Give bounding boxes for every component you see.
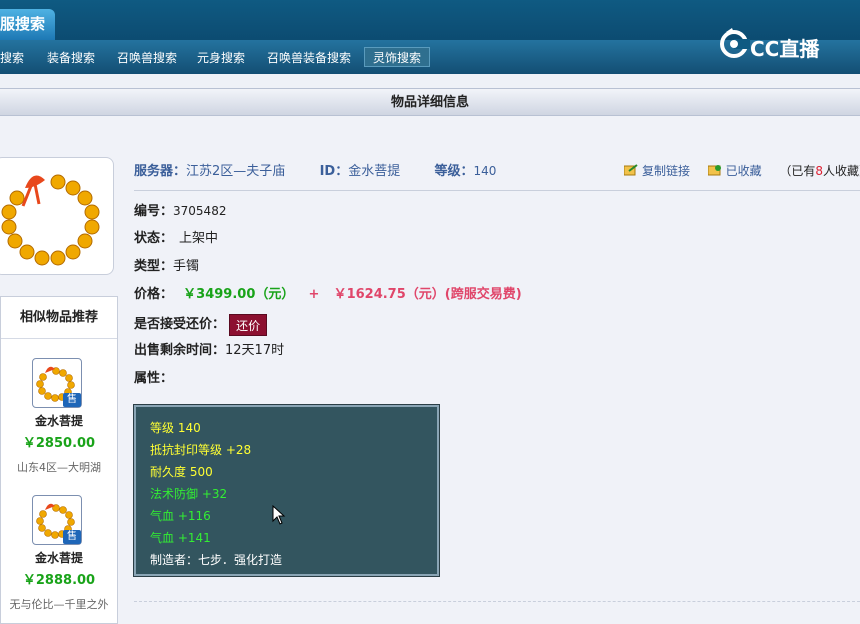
- tab-cross-server-search[interactable]: 服搜索: [0, 9, 55, 40]
- bargain-button[interactable]: 还价: [229, 313, 268, 336]
- attr-line: 制造者：七步．强化打造: [150, 553, 283, 567]
- copy-link-button[interactable]: 复制链接: [624, 164, 694, 178]
- bracelet-icon: [1, 174, 100, 266]
- similar-items-title: 相似物品推荐: [1, 297, 117, 339]
- attributes-label-row: 属性：: [134, 371, 174, 386]
- nav-item-summon-search[interactable]: 召唤兽搜索: [117, 48, 177, 68]
- item-actions: 复制链接 已收藏 （已有8人收藏）: [624, 162, 860, 180]
- similar-item-icon[interactable]: 售: [32, 358, 82, 408]
- attr-line: 等级 140: [150, 421, 201, 435]
- attr-line: 气血 +116: [150, 509, 211, 523]
- attr-line: 法术防御 +32: [150, 487, 228, 501]
- item-status-row: 状态： 上架中: [134, 231, 219, 246]
- item-number-row: 编号：3705482: [134, 204, 227, 219]
- attr-line: 抵抗封印等级 +28: [150, 443, 252, 457]
- cc-live-logo: CC直播: [720, 27, 835, 63]
- favorite-button[interactable]: 已收藏: [707, 164, 766, 178]
- id-value: 金水菩提: [348, 164, 401, 179]
- divider: [134, 190, 860, 191]
- server-value: 江苏2区—夫子庙: [186, 164, 286, 179]
- similar-item-name[interactable]: 金水菩提: [0, 549, 118, 566]
- cross-server-fee: ￥1624.75（元）(跨服交易费): [333, 287, 522, 302]
- level-value: 140: [473, 164, 497, 178]
- cc-logo-icon: [720, 28, 750, 58]
- price-value: ￥3499.00（元）: [183, 287, 295, 302]
- favorite-count: （已有8人收藏）: [779, 164, 860, 178]
- mouse-cursor-icon: [272, 505, 286, 525]
- item-image: [0, 157, 114, 275]
- sale-badge: 售: [63, 393, 81, 407]
- similar-item-name[interactable]: 金水菩提: [0, 412, 118, 429]
- bargain-row: 是否接受还价： 还价: [134, 313, 268, 337]
- nav-item-equipment-search[interactable]: 装备搜索: [47, 48, 95, 68]
- similar-item-seller: 无与伦比—千里之外: [9, 598, 109, 611]
- page-title: 物品详细信息: [0, 88, 860, 116]
- sale-badge: 售: [63, 530, 81, 544]
- similar-item-price: ￥2850.00: [22, 436, 96, 451]
- remaining-time-row: 出售剩余时间：12天17时: [134, 343, 285, 358]
- copy-link-icon: [624, 164, 638, 176]
- nav-item-ornament-search[interactable]: 灵饰搜索: [364, 47, 431, 67]
- nav-item-avatar-search[interactable]: 元身搜索: [197, 48, 245, 68]
- id-label: ID：: [319, 164, 349, 179]
- attr-line: 气血 +141: [150, 531, 211, 545]
- similar-item-icon[interactable]: 售: [32, 495, 82, 545]
- similar-item-price: ￥2888.00: [22, 573, 96, 588]
- nav-item-search[interactable]: 搜索: [0, 48, 24, 68]
- attr-line: 耐久度 500: [150, 465, 213, 479]
- divider: [134, 601, 860, 602]
- attributes-box: 等级 140 抵抗封印等级 +28 耐久度 500 法术防御 +32 气血 +1…: [133, 404, 440, 577]
- level-label: 等级：: [434, 164, 474, 179]
- top-header: 服搜索 搜索 装备搜索 召唤兽搜索 元身搜索 召唤兽装备搜索 灵饰搜索 CC直播: [0, 0, 860, 74]
- nav-item-summon-equipment-search[interactable]: 召唤兽装备搜索: [267, 48, 351, 68]
- item-summary: 服务器：江苏2区—夫子庙 ID：金水菩提 等级：140: [134, 162, 496, 180]
- item-type-row: 类型：手镯: [134, 259, 200, 274]
- server-label: 服务器：: [134, 164, 187, 179]
- similar-item-seller: 山东4区—大明湖: [17, 461, 101, 474]
- favorite-folder-icon: [707, 165, 721, 176]
- item-price-row: 价格： ￥3499.00（元） + ￥1624.75（元）(跨服交易费): [134, 287, 522, 302]
